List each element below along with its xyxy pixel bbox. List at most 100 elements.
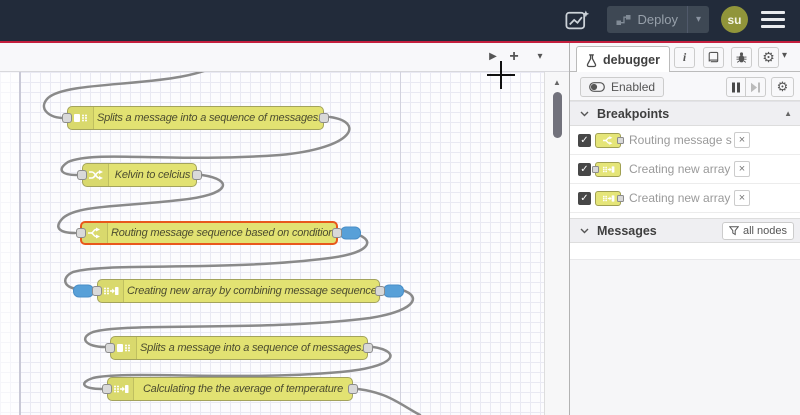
node-input-port[interactable] bbox=[77, 170, 87, 180]
node-output-port[interactable] bbox=[348, 384, 358, 394]
menu-bar bbox=[761, 24, 785, 29]
remove-breakpoint-button[interactable]: × bbox=[734, 132, 750, 148]
flow-node-split[interactable]: Splits a message into a sequence of mess… bbox=[105, 336, 373, 360]
remove-breakpoint-button[interactable]: × bbox=[734, 190, 750, 206]
step-forward-icon bbox=[751, 82, 760, 92]
node-label: Splits a message into a sequence of mess… bbox=[97, 112, 321, 124]
menu-bar bbox=[761, 10, 785, 15]
debugger-toolbar: Enabled ⚙ bbox=[570, 72, 800, 101]
main-area: ▶ + ▾ Splits a message into a sequence o… bbox=[0, 43, 800, 415]
messages-filter-button[interactable]: all nodes bbox=[721, 222, 794, 240]
chevron-down-icon bbox=[580, 111, 589, 117]
output-port-marker bbox=[617, 195, 624, 202]
breakpoints-title: Breakpoints bbox=[597, 106, 670, 121]
app-header: Deploy ▾ su bbox=[0, 0, 800, 43]
add-flow-button[interactable]: + bbox=[505, 46, 523, 68]
help-tab-button[interactable] bbox=[703, 47, 724, 68]
scrollbar-thumb[interactable] bbox=[553, 92, 562, 138]
input-port-marker bbox=[592, 166, 599, 173]
deploy-options-caret[interactable]: ▾ bbox=[686, 6, 709, 33]
breakpoints-section-header[interactable]: Breakpoints ▲ bbox=[570, 101, 800, 126]
messages-section-header[interactable]: Messages all nodes bbox=[570, 218, 800, 243]
tab-debugger[interactable]: debugger bbox=[576, 46, 670, 73]
flow-canvas[interactable]: Splits a message into a sequence of mess… bbox=[0, 72, 544, 415]
pause-button[interactable] bbox=[726, 77, 746, 97]
breakpoint-checkbox[interactable]: ✓ bbox=[578, 134, 591, 147]
breakpoint-checkbox[interactable]: ✓ bbox=[578, 163, 591, 176]
sidebar-tabs-caret[interactable]: ▾ bbox=[782, 50, 787, 61]
messages-empty-area bbox=[570, 259, 800, 415]
flow-node-join[interactable]: Calculating the the average of temperatu… bbox=[102, 377, 358, 401]
workspace-area: ▶ + ▾ Splits a message into a sequence o… bbox=[0, 43, 569, 415]
scroll-up-arrow[interactable]: ▲ bbox=[784, 109, 792, 118]
wire[interactable] bbox=[356, 387, 422, 415]
node-label: Kelvin to celcius bbox=[114, 169, 191, 181]
sidebar-tab-bar: debugger i ⚙ ▾ bbox=[570, 43, 800, 73]
node-output-port[interactable] bbox=[319, 113, 329, 123]
toggle-icon bbox=[589, 82, 605, 92]
chart-sparkle-icon bbox=[565, 10, 590, 29]
bug-icon bbox=[736, 52, 747, 63]
breakpoint-label: Routing message sequence based on condit… bbox=[629, 133, 732, 147]
funnel-icon bbox=[728, 226, 739, 236]
node-output-port[interactable] bbox=[332, 228, 342, 238]
join-node-mini-icon bbox=[595, 191, 624, 206]
debug-tab-button[interactable] bbox=[731, 47, 752, 68]
debugger-playback-controls bbox=[726, 77, 766, 97]
breakpoint-row[interactable]: ✓ Creating new array by combining messag… bbox=[570, 155, 800, 184]
breakpoint-chip-output[interactable] bbox=[340, 226, 361, 240]
node-label: Splits a message into a sequence of mess… bbox=[140, 342, 364, 354]
switch-node-mini-icon bbox=[595, 133, 624, 148]
remove-breakpoint-button[interactable]: × bbox=[734, 161, 750, 177]
node-label: Creating new array by combining message … bbox=[127, 285, 377, 297]
deploy-label: Deploy bbox=[637, 12, 678, 27]
output-port-marker bbox=[617, 137, 624, 144]
sidebar: debugger i ⚙ ▾ Enabled ⚙ Breakpoints ▲ ✓… bbox=[569, 43, 800, 415]
node-output-port[interactable] bbox=[363, 343, 373, 353]
node-red-app: Deploy ▾ su ▶ + ▾ Splits a message into … bbox=[0, 0, 800, 415]
flow-node-switch[interactable]: Routing message sequence based on condit… bbox=[76, 221, 361, 245]
node-input-port[interactable] bbox=[62, 113, 72, 123]
messages-title: Messages bbox=[597, 223, 657, 238]
deploy-nodes-icon bbox=[616, 14, 630, 25]
flow-node-split[interactable]: Splits a message into a sequence of mess… bbox=[62, 106, 329, 130]
enabled-label: Enabled bbox=[611, 80, 656, 94]
menu-bar bbox=[761, 17, 785, 22]
step-button[interactable] bbox=[746, 77, 766, 97]
book-icon bbox=[708, 51, 719, 63]
pause-icon bbox=[732, 82, 740, 92]
node-output-port[interactable] bbox=[375, 286, 385, 296]
flow-node-join[interactable]: Creating new array by combining message … bbox=[73, 279, 404, 303]
messages-empty-row bbox=[570, 243, 800, 259]
debugger-settings-button[interactable]: ⚙ bbox=[771, 77, 794, 97]
node-input-port[interactable] bbox=[92, 286, 102, 296]
info-tab-button[interactable]: i bbox=[674, 47, 695, 68]
node-input-port[interactable] bbox=[102, 384, 112, 394]
breakpoint-label: Creating new array by combining message … bbox=[629, 162, 732, 176]
flow-list-caret[interactable]: ▾ bbox=[531, 46, 549, 68]
scroll-up-arrow[interactable]: ▲ bbox=[545, 78, 569, 87]
flow-tab-bar: ▶ + ▾ bbox=[0, 43, 569, 72]
user-avatar[interactable]: su bbox=[721, 6, 748, 33]
chevron-down-icon bbox=[580, 228, 589, 234]
canvas-vertical-scrollbar[interactable]: ▲ bbox=[544, 72, 569, 415]
breakpoint-row[interactable]: ✓ Routing message sequence based on cond… bbox=[570, 126, 800, 155]
main-menu-button[interactable] bbox=[760, 10, 786, 29]
node-input-port[interactable] bbox=[105, 343, 115, 353]
flow-chart-sparkle-icon[interactable] bbox=[561, 6, 595, 33]
breakpoint-row[interactable]: ✓ Creating new array by combining messag… bbox=[570, 184, 800, 213]
flow-node-change[interactable]: Kelvin to celcius bbox=[77, 163, 202, 187]
config-tab-button[interactable]: ⚙ bbox=[758, 47, 779, 68]
node-output-port[interactable] bbox=[192, 170, 202, 180]
breakpoint-chip-input[interactable] bbox=[73, 284, 94, 298]
node-label: Calculating the the average of temperatu… bbox=[142, 383, 344, 395]
join-node-mini-icon bbox=[592, 162, 621, 177]
tab-debugger-label: debugger bbox=[603, 53, 660, 67]
node-input-port[interactable] bbox=[76, 228, 86, 238]
node-label: Routing message sequence based on condit… bbox=[111, 227, 335, 239]
breakpoint-checkbox[interactable]: ✓ bbox=[578, 192, 591, 205]
deploy-button[interactable]: Deploy ▾ bbox=[606, 6, 709, 33]
debugger-enabled-toggle[interactable]: Enabled bbox=[580, 77, 665, 97]
breakpoint-chip-output[interactable] bbox=[383, 284, 404, 298]
flask-icon bbox=[586, 53, 597, 67]
